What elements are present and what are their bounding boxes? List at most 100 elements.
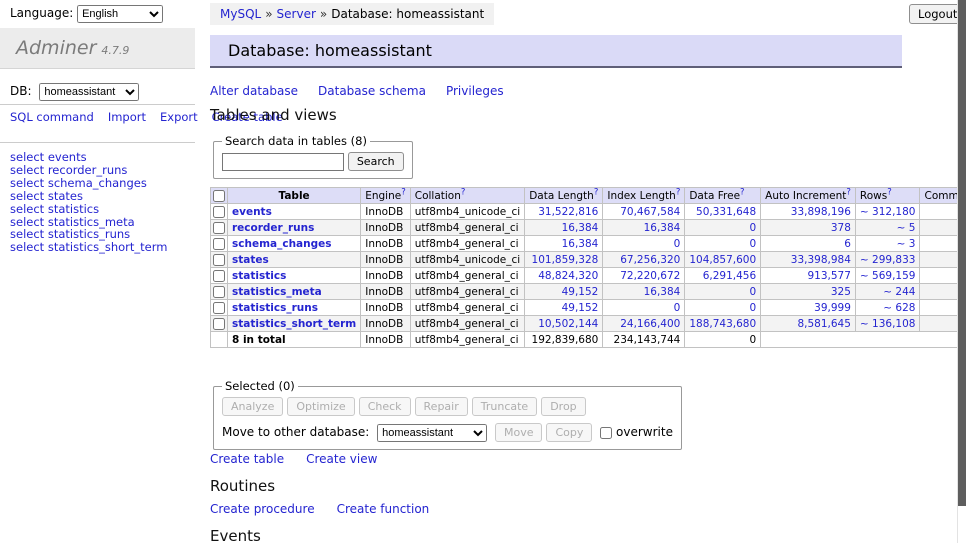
link-create-table[interactable]: Create table bbox=[210, 452, 284, 466]
sidebar-table-link-select-statistics[interactable]: select statistics bbox=[10, 203, 167, 216]
selected-analyze-button[interactable]: Analyze bbox=[222, 397, 283, 416]
breadcrumb-current: Database: homeassistant bbox=[331, 7, 484, 21]
data-length-value-link[interactable]: 10,502,144 bbox=[538, 318, 598, 330]
sidebar-link-export[interactable]: Export bbox=[160, 110, 198, 124]
move-copy-button[interactable]: Copy bbox=[546, 423, 592, 442]
data-length-value-link[interactable]: 16,384 bbox=[562, 238, 599, 250]
help-link[interactable]: ? bbox=[887, 187, 892, 197]
link-create-procedure[interactable]: Create procedure bbox=[210, 502, 315, 516]
data-free-value-link[interactable]: 0 bbox=[749, 286, 756, 298]
index-length-value-link[interactable]: 72,220,672 bbox=[620, 270, 680, 282]
db-link-database-schema[interactable]: Database schema bbox=[318, 84, 426, 98]
data-free-value-link[interactable]: 0 bbox=[749, 222, 756, 234]
auto-increment-value-link[interactable]: 913,577 bbox=[808, 270, 851, 282]
data-free-value-link[interactable]: 6,291,456 bbox=[703, 270, 756, 282]
overwrite-checkbox[interactable] bbox=[600, 427, 612, 439]
index-length-value-link[interactable]: 16,384 bbox=[644, 286, 681, 298]
cell-engine: InnoDB bbox=[361, 220, 411, 236]
row-checkbox[interactable] bbox=[213, 238, 225, 250]
index-length-value-link[interactable]: 16,384 bbox=[644, 222, 681, 234]
auto-increment-value-link[interactable]: 325 bbox=[831, 286, 851, 298]
index-length-value-link[interactable]: 24,166,400 bbox=[620, 318, 680, 330]
table-name-link[interactable]: statistics_runs bbox=[232, 302, 318, 314]
help-link[interactable]: ? bbox=[461, 187, 466, 197]
auto-increment-value-link[interactable]: 33,398,984 bbox=[791, 254, 851, 266]
data-length-value-link[interactable]: 31,522,816 bbox=[538, 206, 598, 218]
sidebar-link-import[interactable]: Import bbox=[108, 110, 146, 124]
data-length-value-link[interactable]: 101,859,328 bbox=[532, 254, 599, 266]
search-input[interactable] bbox=[222, 153, 344, 171]
selected-check-button[interactable]: Check bbox=[359, 397, 411, 416]
data-free-value-link[interactable]: 50,331,648 bbox=[696, 206, 756, 218]
index-length-value-link[interactable]: 0 bbox=[674, 238, 681, 250]
db-link-privileges[interactable]: Privileges bbox=[446, 84, 504, 98]
data-free-value-link[interactable]: 0 bbox=[749, 302, 756, 314]
selected-repair-button[interactable]: Repair bbox=[415, 397, 468, 416]
sidebar-table-link-select-schema-changes[interactable]: select schema_changes bbox=[10, 177, 167, 190]
auto-increment-value-link[interactable]: 378 bbox=[831, 222, 851, 234]
data-length-value-link[interactable]: 49,152 bbox=[562, 302, 599, 314]
help-link[interactable]: ? bbox=[676, 187, 681, 197]
sidebar-table-link-select-states[interactable]: select states bbox=[10, 190, 167, 203]
move-move-button[interactable]: Move bbox=[495, 423, 543, 442]
table-name-link[interactable]: statistics bbox=[232, 270, 286, 282]
rows-value-link[interactable]: ~ 136,108 bbox=[860, 318, 916, 330]
language-select[interactable]: English bbox=[77, 5, 163, 23]
data-free-value-link[interactable]: 0 bbox=[749, 238, 756, 250]
selected-optimize-button[interactable]: Optimize bbox=[287, 397, 354, 416]
row-checkbox[interactable] bbox=[213, 206, 225, 218]
row-checkbox[interactable] bbox=[213, 270, 225, 282]
help-link[interactable]: ? bbox=[846, 187, 851, 197]
rows-value-link[interactable]: ~ 3 bbox=[897, 238, 916, 250]
db-link-alter-database[interactable]: Alter database bbox=[210, 84, 298, 98]
data-free-value-link[interactable]: 188,743,680 bbox=[689, 318, 756, 330]
auto-increment-value-link[interactable]: 39,999 bbox=[814, 302, 851, 314]
move-database-select[interactable]: homeassistant bbox=[377, 424, 487, 442]
row-checkbox[interactable] bbox=[213, 286, 225, 298]
table-name-link[interactable]: recorder_runs bbox=[232, 222, 314, 234]
breadcrumb-server-link[interactable]: Server bbox=[277, 7, 316, 21]
data-length-value-link[interactable]: 48,824,320 bbox=[538, 270, 598, 282]
rows-value-link[interactable]: ~ 5 bbox=[897, 222, 916, 234]
data-free-value-link[interactable]: 104,857,600 bbox=[689, 254, 756, 266]
selected-drop-button[interactable]: Drop bbox=[541, 397, 585, 416]
sidebar-link-sql-command[interactable]: SQL command bbox=[10, 110, 94, 124]
table-name-link[interactable]: statistics_short_term bbox=[232, 318, 356, 330]
select-all-checkbox[interactable] bbox=[213, 190, 225, 202]
row-checkbox[interactable] bbox=[213, 254, 225, 266]
cell-data-length: 16,384 bbox=[525, 220, 603, 236]
auto-increment-value-link[interactable]: 33,898,196 bbox=[791, 206, 851, 218]
data-length-value-link[interactable]: 49,152 bbox=[562, 286, 599, 298]
search-button[interactable]: Search bbox=[348, 152, 404, 171]
rows-value-link[interactable]: ~ 244 bbox=[883, 286, 915, 298]
index-length-value-link[interactable]: 0 bbox=[674, 302, 681, 314]
sidebar-table-link-select-statistics-short-term[interactable]: select statistics_short_term bbox=[10, 241, 167, 254]
rows-value-link[interactable]: ~ 569,159 bbox=[860, 270, 916, 282]
data-length-value-link[interactable]: 16,384 bbox=[562, 222, 599, 234]
auto-increment-value-link[interactable]: 8,581,645 bbox=[797, 318, 850, 330]
row-checkbox[interactable] bbox=[213, 318, 225, 330]
selected-truncate-button[interactable]: Truncate bbox=[472, 397, 537, 416]
index-length-value-link[interactable]: 70,467,584 bbox=[620, 206, 680, 218]
sidebar-table-link-select-events[interactable]: select events bbox=[10, 151, 167, 164]
db-select[interactable]: homeassistant bbox=[39, 83, 139, 101]
table-name-link[interactable]: statistics_meta bbox=[232, 286, 322, 298]
sidebar-table-link-select-recorder-runs[interactable]: select recorder_runs bbox=[10, 164, 167, 177]
rows-value-link[interactable]: ~ 299,833 bbox=[860, 254, 916, 266]
rows-value-link[interactable]: ~ 628 bbox=[883, 302, 915, 314]
table-name-link[interactable]: events bbox=[232, 206, 272, 218]
row-checkbox[interactable] bbox=[213, 302, 225, 314]
scrollbar-thumb[interactable] bbox=[958, 0, 966, 506]
row-checkbox[interactable] bbox=[213, 222, 225, 234]
auto-increment-value-link[interactable]: 6 bbox=[844, 238, 851, 250]
help-link[interactable]: ? bbox=[740, 187, 745, 197]
link-create-view[interactable]: Create view bbox=[306, 452, 377, 466]
index-length-value-link[interactable]: 67,256,320 bbox=[620, 254, 680, 266]
rows-value-link[interactable]: ~ 312,180 bbox=[860, 206, 916, 218]
table-name-link[interactable]: schema_changes bbox=[232, 238, 332, 250]
table-name-link[interactable]: states bbox=[232, 254, 269, 266]
help-link[interactable]: ? bbox=[401, 187, 406, 197]
link-create-function[interactable]: Create function bbox=[337, 502, 430, 516]
breadcrumb-mysql-link[interactable]: MySQL bbox=[220, 7, 261, 21]
help-link[interactable]: ? bbox=[594, 187, 599, 197]
